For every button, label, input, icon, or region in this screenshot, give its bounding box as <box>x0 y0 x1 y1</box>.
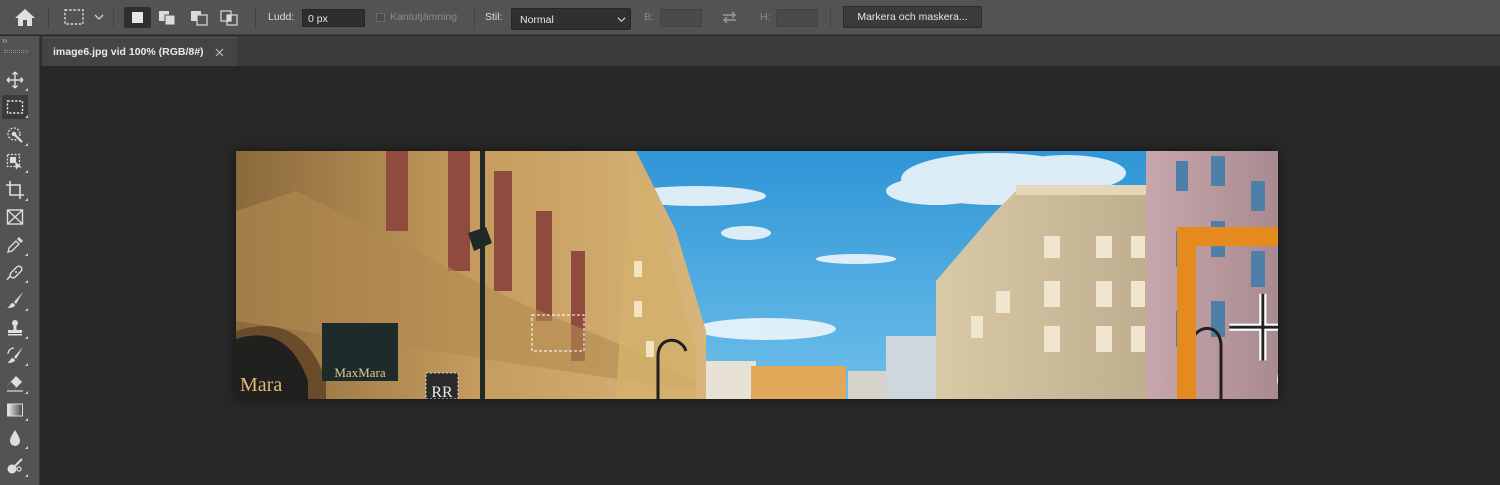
balustrade <box>1016 185 1151 195</box>
chevron-down-icon[interactable] <box>94 12 104 22</box>
crosshair-cursor-icon <box>1177 227 1278 399</box>
eyedropper-icon <box>7 237 23 253</box>
close-icon[interactable] <box>215 48 224 57</box>
style-label: Stil: <box>485 11 503 23</box>
frame-tool[interactable] <box>2 205 28 229</box>
lamp-post <box>480 151 485 399</box>
submenu-indicator <box>25 363 28 366</box>
eraser-tool[interactable] <box>2 371 28 395</box>
add-to-selection-icon <box>159 11 176 26</box>
monogram-text: RR <box>431 384 453 399</box>
crop-tool[interactable] <box>2 178 28 202</box>
subtract-from-selection-button[interactable] <box>186 7 213 28</box>
frame-icon <box>6 209 24 225</box>
submenu-indicator <box>25 280 28 283</box>
quick-selection-tool[interactable] <box>2 123 28 147</box>
submenu-indicator <box>25 474 28 477</box>
feather-input[interactable]: 0 px <box>302 9 365 27</box>
submenu-indicator <box>25 418 28 421</box>
height-input[interactable] <box>776 9 818 27</box>
document-tab[interactable]: image6.jpg vid 100% (RGB/8#) <box>43 37 237 66</box>
sign-partial: Mara <box>240 374 282 396</box>
new-selection-button[interactable] <box>124 7 151 28</box>
antialias-label: Kantutjämning <box>390 11 458 23</box>
style-select-value: Normal <box>520 14 554 26</box>
object-selection-icon <box>6 153 22 170</box>
feather-label: Ludd: <box>268 11 295 23</box>
history-brush-icon <box>7 347 23 363</box>
submenu-indicator <box>25 446 28 449</box>
submenu-indicator <box>25 336 28 339</box>
submenu-indicator <box>25 115 28 118</box>
submenu-indicator <box>25 88 28 91</box>
antialias-checkbox[interactable] <box>376 13 385 22</box>
style-select[interactable]: Normal <box>511 8 631 30</box>
healing-brush-icon <box>6 265 23 281</box>
separator <box>830 6 831 29</box>
spot-healing-brush-tool[interactable] <box>2 260 28 284</box>
intersect-selection-button[interactable] <box>216 7 243 28</box>
gradient-icon <box>7 403 23 417</box>
width-input[interactable] <box>660 9 702 27</box>
submenu-indicator <box>25 308 28 311</box>
new-selection-icon <box>132 12 143 23</box>
object-selection-tool[interactable] <box>2 150 28 174</box>
crop-icon <box>6 181 24 199</box>
separator <box>48 6 49 29</box>
swap-icon[interactable] <box>721 10 738 25</box>
submenu-indicator <box>25 198 28 201</box>
height-label: H: <box>760 11 771 23</box>
options-bar: Ludd: 0 px Kantutjämning Stil: Normal B:… <box>0 0 1500 35</box>
select-and-mask-button[interactable]: Markera och maskera... <box>843 6 982 28</box>
blur-drop-icon <box>10 430 20 446</box>
home-icon[interactable] <box>14 8 36 27</box>
marquee-icon <box>6 100 24 114</box>
image-artboard[interactable]: Mara MaxMara RR <box>236 151 1278 399</box>
maxmara-text: MaxMara <box>334 365 385 380</box>
move-tool[interactable] <box>2 68 28 92</box>
blur-tool[interactable] <box>2 426 28 450</box>
document-tab-title: image6.jpg vid 100% (RGB/8#) <box>53 46 204 58</box>
separator <box>474 6 475 29</box>
rectangular-marquee-tool[interactable] <box>2 95 28 119</box>
move-icon <box>6 71 24 89</box>
document-canvas[interactable]: Mara MaxMara RR <box>41 66 1500 485</box>
separator <box>113 6 114 29</box>
tools-panel: ›› <box>0 36 40 485</box>
brush-icon <box>7 292 23 308</box>
dodge-tool[interactable] <box>2 454 28 478</box>
chevron-down-icon <box>617 17 626 23</box>
panel-grip[interactable] <box>4 50 28 53</box>
collapse-panel-icon[interactable]: ›› <box>2 37 7 45</box>
separator <box>255 6 256 29</box>
width-label: B: <box>644 11 654 23</box>
submenu-indicator <box>25 253 28 256</box>
brush-tool[interactable] <box>2 288 28 312</box>
add-to-selection-button[interactable] <box>154 7 181 28</box>
quick-selection-icon <box>7 127 23 143</box>
marquee-preset-icon[interactable] <box>63 8 85 26</box>
clone-stamp-icon <box>8 320 22 336</box>
eyedropper-tool[interactable] <box>2 233 28 257</box>
submenu-indicator <box>25 391 28 394</box>
document-tab-bar: image6.jpg vid 100% (RGB/8#) <box>41 36 1500 66</box>
submenu-indicator <box>25 143 28 146</box>
clone-stamp-tool[interactable] <box>2 316 28 340</box>
dodge-icon <box>7 458 23 474</box>
history-brush-tool[interactable] <box>2 343 28 367</box>
submenu-indicator <box>25 170 28 173</box>
intersect-selection-icon <box>220 10 238 26</box>
eraser-icon <box>7 376 23 392</box>
gradient-tool[interactable] <box>2 398 28 422</box>
subtract-from-selection-icon <box>191 11 208 26</box>
